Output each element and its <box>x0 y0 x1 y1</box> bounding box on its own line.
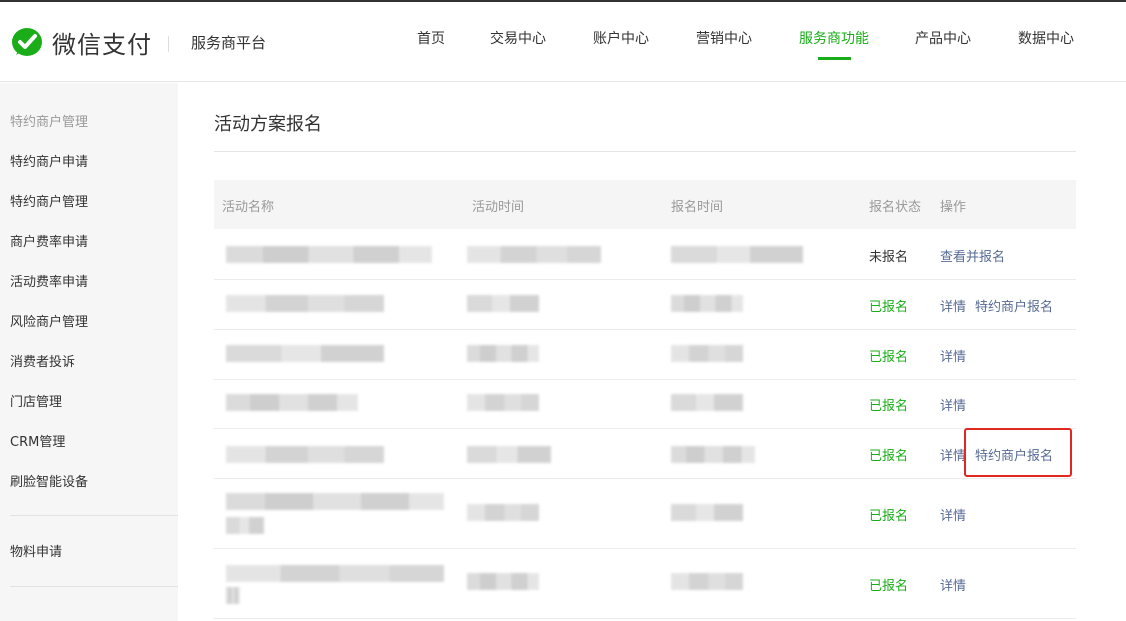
details-link[interactable]: 详情 <box>940 296 966 315</box>
redacted-signup-time <box>671 345 743 362</box>
view-and-signup-link[interactable]: 查看并报名 <box>940 246 1005 265</box>
redacted-activity-time <box>467 345 539 362</box>
sidebar: 特约商户管理 特约商户申请 特约商户管理 商户费率申请 活动费率申请 风险商户管… <box>0 83 178 621</box>
details-link[interactable]: 详情 <box>940 505 966 524</box>
sidebar-item-rate-apply[interactable]: 商户费率申请 <box>10 231 88 250</box>
nav-account[interactable]: 账户中心 <box>593 28 649 48</box>
sidebar-item-merchant-apply[interactable]: 特约商户申请 <box>10 151 88 170</box>
redacted-activity-time <box>467 446 551 463</box>
redacted-signup-time <box>671 246 803 263</box>
col-actions: 操作 <box>940 200 967 215</box>
sidebar-group-title: 特约商户管理 <box>10 115 89 130</box>
redacted-activity-time <box>467 573 539 590</box>
redacted-activity-name <box>226 295 384 312</box>
sidebar-item-face-devices[interactable]: 刷脸智能设备 <box>10 471 88 490</box>
sidebar-item-risk-merchant[interactable]: 风险商户管理 <box>10 311 88 330</box>
page-title: 活动方案报名 <box>214 114 322 135</box>
title-divider <box>214 151 1076 152</box>
sidebar-item-merchant-manage[interactable]: 特约商户管理 <box>10 191 88 210</box>
status-badge: 已报名 <box>869 300 909 315</box>
redacted-activity-name-line2 <box>226 517 264 534</box>
table-row: 已报名 详情 特约商户报名 <box>214 429 1076 479</box>
table-row: 未报名 查看并报名 <box>214 230 1076 280</box>
main-nav: 首页 交易中心 账户中心 营销中心 服务商功能 产品中心 数据中心 <box>0 28 1126 68</box>
redacted-activity-name <box>226 565 444 582</box>
col-activity-time: 活动时间 <box>472 200 525 215</box>
col-signup-time: 报名时间 <box>671 200 724 215</box>
status-badge: 已报名 <box>869 449 909 464</box>
details-link[interactable]: 详情 <box>940 575 966 594</box>
status-badge: 未报名 <box>869 250 909 265</box>
table-row: 已报名 详情 <box>214 330 1076 380</box>
table-row: 已报名 详情 <box>214 549 1076 619</box>
status-badge: 已报名 <box>869 350 909 365</box>
redacted-activity-name <box>226 446 384 463</box>
details-link[interactable]: 详情 <box>940 445 966 464</box>
status-badge: 已报名 <box>869 509 909 524</box>
redacted-signup-time <box>671 504 743 521</box>
sidebar-item-activity-rate[interactable]: 活动费率申请 <box>10 271 88 290</box>
table-row: 已报名 详情 特约商户报名 <box>214 280 1076 330</box>
redacted-activity-time <box>467 394 539 411</box>
sidebar-item-materials[interactable]: 物料申请 <box>10 541 62 560</box>
redacted-activity-time <box>467 246 601 263</box>
nav-products[interactable]: 产品中心 <box>915 28 971 48</box>
col-activity-name: 活动名称 <box>222 200 275 215</box>
sidebar-item-crm[interactable]: CRM管理 <box>10 431 65 450</box>
status-badge: 已报名 <box>869 579 909 594</box>
col-signup-status: 报名状态 <box>869 200 922 215</box>
sidebar-divider <box>10 586 178 587</box>
nav-marketing[interactable]: 营销中心 <box>696 28 752 48</box>
redacted-activity-name <box>226 246 432 263</box>
redacted-signup-time <box>671 446 755 463</box>
status-badge: 已报名 <box>869 399 909 414</box>
redacted-activity-name <box>226 345 384 362</box>
details-link[interactable]: 详情 <box>940 346 966 365</box>
table-row: 已报名 详情 <box>214 380 1076 429</box>
active-nav-indicator <box>818 57 851 60</box>
table-row: 已报名 详情 <box>214 479 1076 549</box>
nav-home[interactable]: 首页 <box>417 28 445 48</box>
sidebar-item-stores[interactable]: 门店管理 <box>10 391 62 410</box>
redacted-signup-time <box>671 394 743 411</box>
nav-provider-functions[interactable]: 服务商功能 <box>799 28 869 48</box>
redacted-activity-name-line2 <box>226 587 240 604</box>
merchant-signup-link-highlighted[interactable]: 特约商户报名 <box>975 445 1053 464</box>
redacted-activity-name <box>226 394 358 411</box>
redacted-signup-time <box>671 573 743 590</box>
merchant-signup-link[interactable]: 特约商户报名 <box>975 296 1053 315</box>
nav-data[interactable]: 数据中心 <box>1018 28 1074 48</box>
redacted-activity-time <box>467 295 539 312</box>
details-link[interactable]: 详情 <box>940 395 966 414</box>
table-header: 活动名称 活动时间 报名时间 报名状态 操作 <box>214 180 1076 229</box>
redacted-signup-time <box>671 295 743 312</box>
sidebar-divider <box>10 515 178 516</box>
redacted-activity-name <box>226 493 444 510</box>
sidebar-item-complaints[interactable]: 消费者投诉 <box>10 351 75 370</box>
redacted-activity-time <box>467 504 539 521</box>
nav-trade[interactable]: 交易中心 <box>490 28 546 48</box>
